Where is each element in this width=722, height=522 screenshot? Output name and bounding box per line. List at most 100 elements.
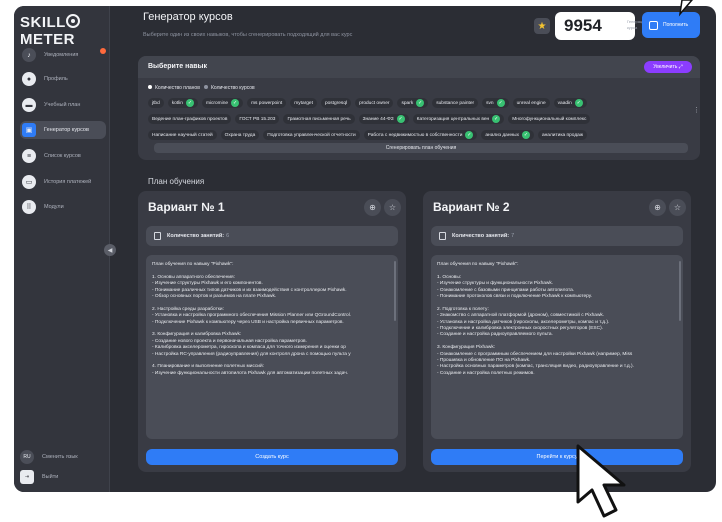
skill-chip[interactable]: ГОСТ РВ 15.203: [235, 114, 280, 124]
skill-chip-row: Написание научный статей Охрана труда Подг…: [148, 130, 588, 140]
scrollbar[interactable]: [394, 261, 396, 321]
legend-courses-dot: [204, 85, 209, 89]
check-icon: ✓: [496, 99, 505, 107]
skill-chip-label: ГОСТ РВ 15.203: [239, 116, 276, 122]
skill-chip-label: postgresql: [324, 100, 348, 106]
skill-chip[interactable]: Написание научный статей: [148, 130, 217, 140]
logout-button[interactable]: ⇥ Выйти: [20, 470, 106, 484]
points-counter: 9954 Генерация курса: [555, 12, 647, 40]
skill-chip-label: substance painter: [436, 100, 475, 106]
skill-chip[interactable]: kotlin ✓: [167, 98, 198, 108]
book-icon: ▬: [22, 98, 36, 112]
skill-chip[interactable]: product owner: [355, 98, 394, 108]
sidebar-item-course-generator[interactable]: ▣ Генератор курсов: [20, 121, 106, 139]
skill-chip-label: mytarget: [294, 100, 313, 106]
check-icon: ✓: [231, 99, 240, 107]
skill-chip[interactable]: mytarget: [290, 98, 317, 108]
page-title: Генератор курсов: [143, 11, 233, 23]
skill-chip[interactable]: jtbd: [148, 98, 164, 108]
bell-icon: ♪: [22, 48, 36, 62]
skill-chip-label: Подготовка управленческой отчетности: [267, 132, 356, 138]
skill-chip[interactable]: Подготовка управленческой отчетности: [263, 130, 360, 140]
sidebar: SKILLMETER ♪ Уведомления ● Профиль ▬ Уче…: [14, 6, 110, 492]
legend-plans-dot: [148, 85, 152, 89]
skill-chip-label: kotlin: [171, 100, 183, 106]
plan-text[interactable]: План обучения по навыку "Pixhawk": 1. Осн…: [431, 255, 683, 439]
sidebar-item-modules[interactable]: ⠿ Модули: [20, 198, 106, 216]
skill-chip[interactable]: ms powerpoint: [247, 98, 287, 108]
skill-chip-label: Охрана труда: [224, 132, 256, 138]
skill-chip[interactable]: unreal engine: [512, 98, 550, 108]
generator-icon: ▣: [22, 123, 36, 137]
skill-chip-label: jtbd: [152, 100, 160, 106]
skill-chip[interactable]: svn ✓: [482, 98, 509, 108]
skill-chip[interactable]: Категоризация центральных вен ✓: [412, 114, 505, 124]
sidebar-item-study-plan[interactable]: ▬ Учебный план: [20, 96, 106, 114]
sidebar-item-payment-history[interactable]: ▭ История платежей: [20, 173, 106, 191]
skill-chip-label: spark: [401, 100, 414, 106]
variant-card-1: Вариант № 1 ⊕ ☆ Количество занятий: 6 Пл…: [138, 191, 406, 472]
skill-chip-label: micromine: [205, 100, 229, 106]
skill-chip[interactable]: Знание 44-ФЗ ✓: [358, 114, 409, 124]
language-switch[interactable]: RU Сменить язык: [20, 450, 106, 464]
logout-label: Выйти: [42, 474, 59, 480]
skill-chip-label: Знание 44-ФЗ: [362, 116, 394, 122]
sidebar-item-label: Уведомления: [44, 52, 79, 58]
skill-chip[interactable]: анализ данных ✓: [481, 130, 534, 140]
generate-plan-button[interactable]: Сгенерировать план обучения: [154, 143, 688, 153]
more-icon[interactable]: ⋮: [693, 106, 700, 114]
plan-line: - Создание и настройка полетных режимов.: [437, 370, 535, 376]
skill-chip-label: product owner: [359, 100, 390, 106]
skill-chip[interactable]: substance painter: [432, 98, 479, 108]
variant-title: Вариант № 2: [433, 200, 510, 214]
skill-chip-label: unreal engine: [516, 100, 546, 106]
lessons-count: 7: [511, 233, 515, 239]
cursor-arrow-icon: [576, 444, 626, 518]
favorite-star-button[interactable]: ★: [534, 18, 550, 34]
skill-chip[interactable]: Охрана труда: [220, 130, 260, 140]
grid-icon: ⠿: [22, 200, 36, 214]
skill-chip[interactable]: аналитика продаж: [537, 130, 588, 140]
sidebar-item-label: Модули: [44, 204, 64, 210]
skills-legend: Количество планов Количество курсов: [148, 85, 255, 91]
check-icon: ✓: [185, 99, 194, 107]
star-icon[interactable]: ☆: [384, 199, 401, 216]
variant-title: Вариант № 1: [148, 200, 225, 214]
avatar: ●: [22, 72, 36, 86]
check-icon: ✓: [396, 115, 405, 123]
skill-chip[interactable]: postgresql: [320, 98, 352, 108]
skill-chip[interactable]: vaadin ✓: [553, 98, 587, 108]
variant-card-2: Вариант № 2 ⊕ ☆ Количество занятий: 7 Пл…: [423, 191, 691, 472]
document-icon: [154, 232, 161, 240]
create-course-button[interactable]: Создать курс: [146, 449, 398, 465]
skill-chip-label: аналитика продаж: [541, 132, 584, 138]
skill-chip[interactable]: spark ✓: [397, 98, 429, 108]
sidebar-collapse-button[interactable]: ◀: [104, 244, 116, 256]
plan-text[interactable]: План обучения по навыку "Pixhawk": 1. Осн…: [146, 255, 398, 439]
sidebar-item-notifications[interactable]: ♪ Уведомления: [20, 46, 106, 64]
logo: SKILLMETER: [20, 14, 109, 48]
page-subtitle: Выберите один из своих навыков, чтобы сг…: [143, 32, 353, 38]
skill-chip-label: Работа с недвижимостью в собственности: [367, 132, 463, 138]
skill-chip[interactable]: Грамотная письменная речь: [283, 114, 355, 124]
skill-chip[interactable]: Работа с недвижимостью в собственности ✓: [363, 130, 478, 140]
sidebar-item-profile[interactable]: ● Профиль: [20, 70, 106, 88]
check-icon: ✓: [574, 99, 583, 107]
scrollbar[interactable]: [679, 261, 681, 321]
skill-chip-row: jtbd kotlin ✓ micromine ✓ ms powerpoint mytarg…: [148, 98, 587, 108]
enlarge-button[interactable]: Увеличить ⤢: [644, 61, 692, 73]
zoom-icon[interactable]: ⊕: [364, 199, 381, 216]
skill-chip-label: Ведение план-графиков проектов: [152, 116, 228, 122]
cursor-pointer-icon: [678, 0, 693, 17]
skill-chip-label: Написание научный статей: [152, 132, 213, 138]
skill-chip[interactable]: Ведение план-графиков проектов: [148, 114, 232, 124]
star-icon[interactable]: ☆: [669, 199, 686, 216]
sidebar-item-course-list[interactable]: ≡ Список курсов: [20, 147, 106, 165]
skill-chip-label: Грамотная письменная речь: [287, 116, 351, 122]
skill-chip[interactable]: micromine ✓: [201, 98, 244, 108]
document-icon: [439, 232, 446, 240]
skill-chip[interactable]: Многофункциональный комплекс: [508, 114, 591, 124]
zoom-icon[interactable]: ⊕: [649, 199, 666, 216]
sidebar-item-label: Генератор курсов: [44, 127, 89, 133]
skill-chip-row: Ведение план-графиков проектов ГОСТ РВ 15…: [148, 114, 591, 124]
